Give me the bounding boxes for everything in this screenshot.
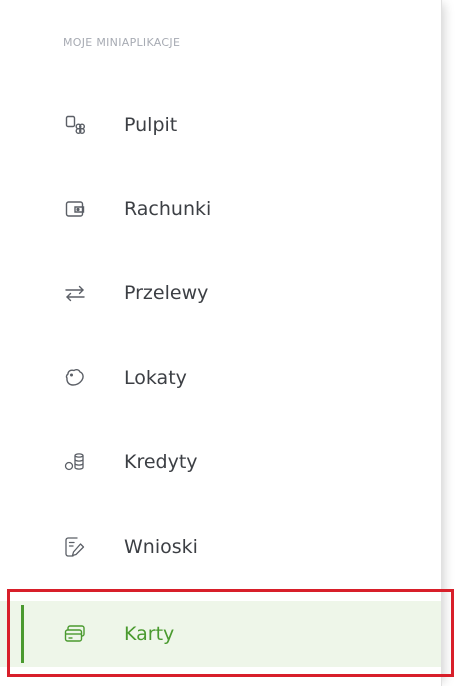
sidebar-item-label: Pulpit xyxy=(124,114,178,136)
sidebar-item-label: Lokaty xyxy=(124,367,187,389)
sidebar-item-label: Kredyty xyxy=(124,451,198,473)
sidebar-item-kredyty[interactable]: Kredyty xyxy=(0,433,441,491)
sidebar-item-pulpit[interactable]: Pulpit xyxy=(0,96,441,154)
sidebar-item-label: Karty xyxy=(124,623,175,645)
sidebar-item-karty[interactable]: Karty xyxy=(0,601,441,667)
transfer-arrows-icon xyxy=(64,282,86,304)
piggy-bank-icon xyxy=(64,367,86,389)
active-indicator xyxy=(21,605,24,663)
sidebar-item-przelewy[interactable]: Przelewy xyxy=(0,264,441,322)
mini-apps-sidebar: MOJE MINIAPLIKACJE Pulpit Rachunki Przel… xyxy=(0,0,442,686)
cards-icon xyxy=(64,623,86,645)
dashboard-icon xyxy=(64,114,86,136)
sidebar-item-label: Rachunki xyxy=(124,198,212,220)
sidebar-item-label: Wnioski xyxy=(124,536,198,558)
section-title: MOJE MINIAPLIKACJE xyxy=(63,36,181,49)
sidebar-item-label: Przelewy xyxy=(124,282,209,304)
wallet-icon xyxy=(64,198,86,220)
sidebar-item-lokaty[interactable]: Lokaty xyxy=(0,349,441,407)
sidebar-item-rachunki[interactable]: Rachunki xyxy=(0,180,441,238)
document-pen-icon xyxy=(64,536,86,558)
coins-icon xyxy=(64,451,86,473)
sidebar-item-wnioski[interactable]: Wnioski xyxy=(0,518,441,576)
